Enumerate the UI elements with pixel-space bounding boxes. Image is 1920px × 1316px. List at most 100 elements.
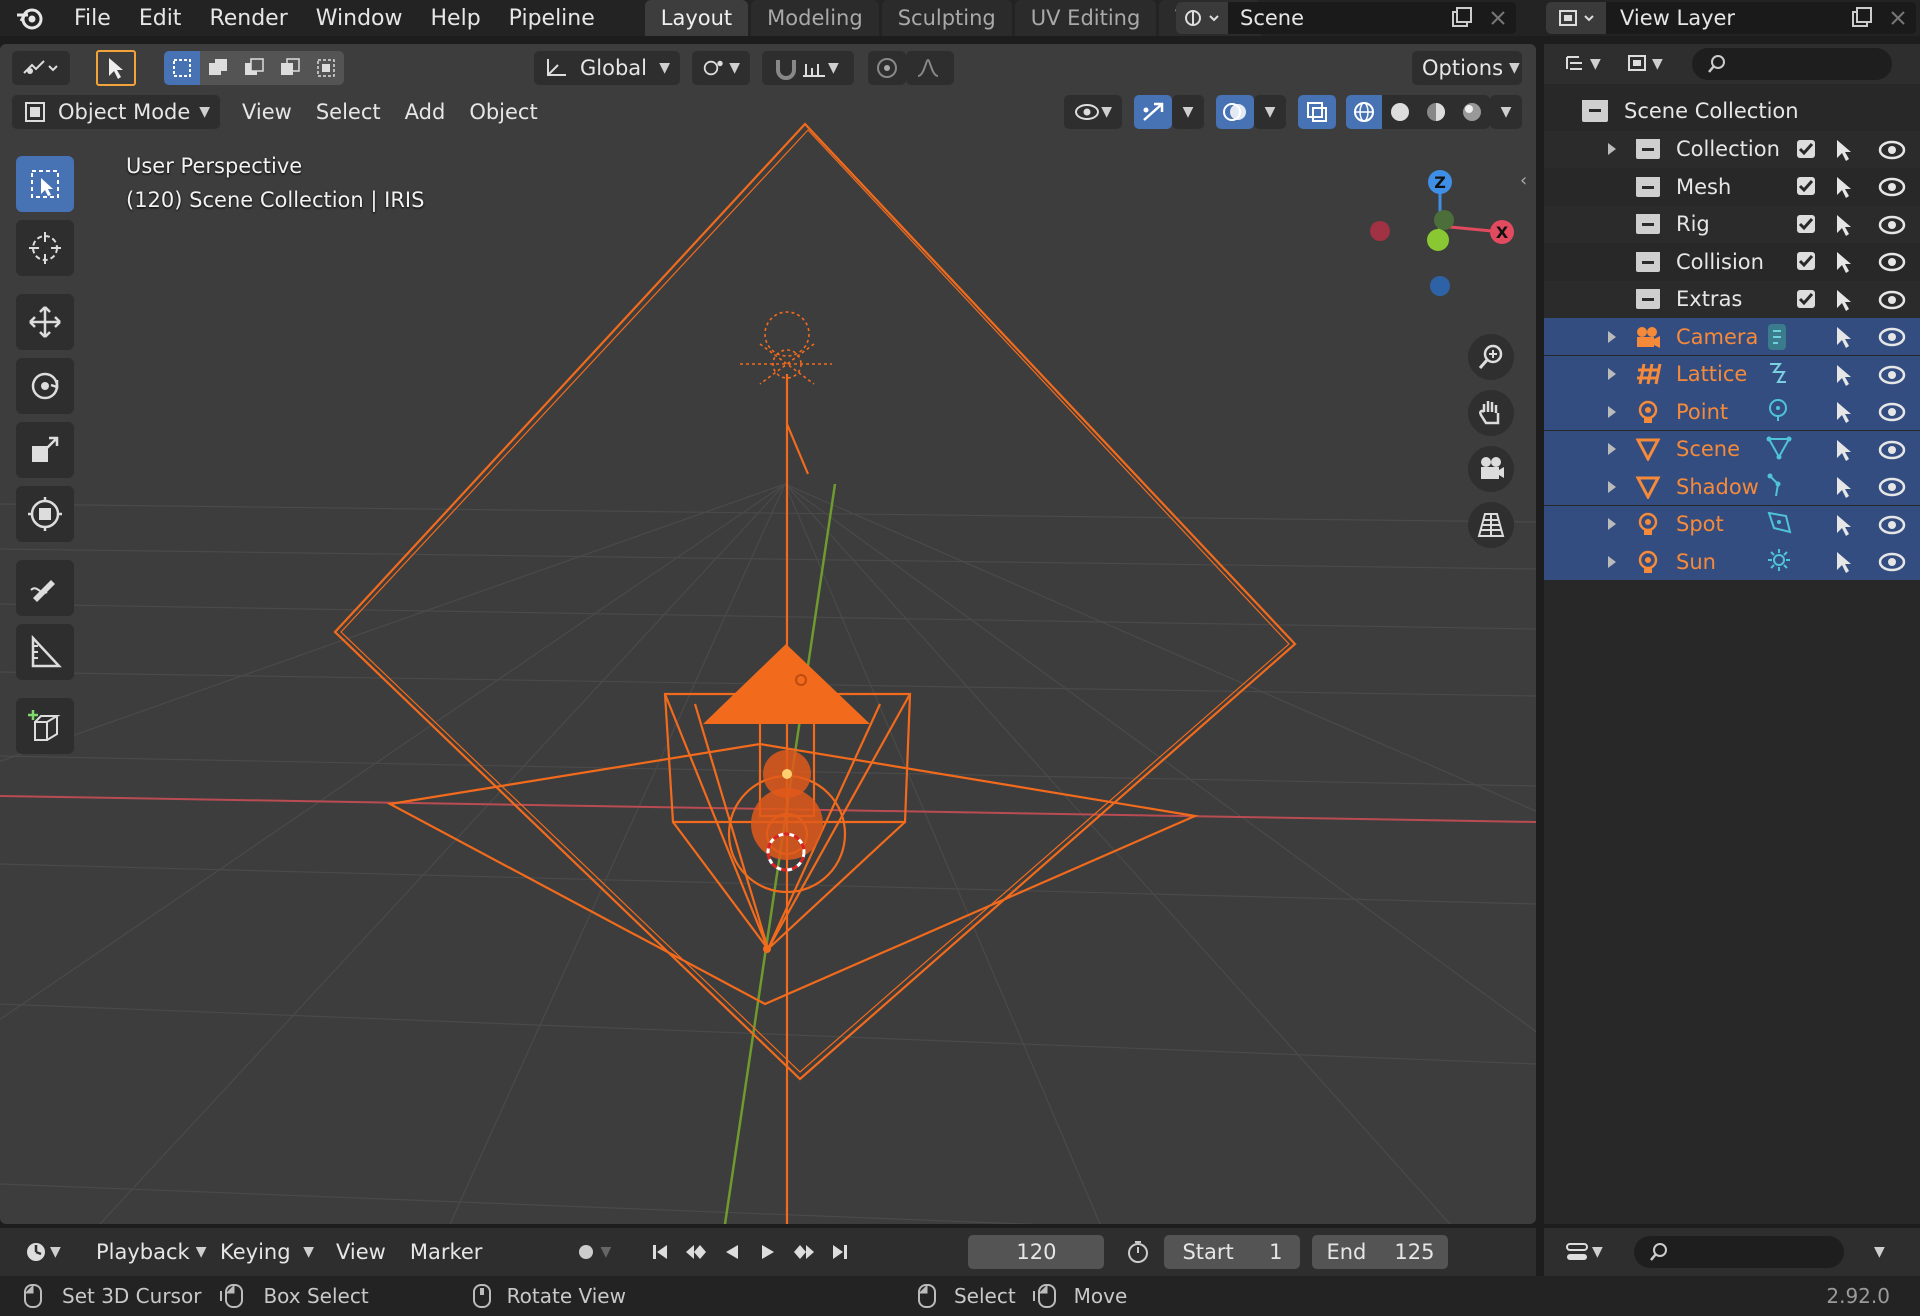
viewport-menu-add[interactable]: Add xyxy=(393,95,458,129)
selectable-toggle-icon[interactable] xyxy=(1834,138,1856,162)
object-data-icon[interactable] xyxy=(1766,547,1792,573)
delete-scene-icon[interactable] xyxy=(1480,9,1516,27)
menu-pipeline[interactable]: Pipeline xyxy=(495,0,609,36)
exclude-checkbox-icon[interactable] xyxy=(1796,251,1816,271)
timeline-editor-type-button[interactable]: ▼ xyxy=(18,1235,72,1269)
visibility-eye-icon[interactable] xyxy=(1878,364,1906,386)
selectable-toggle-icon[interactable] xyxy=(1834,250,1856,274)
play-icon[interactable] xyxy=(750,1235,787,1269)
new-view-layer-icon[interactable] xyxy=(1844,6,1880,30)
auto-keying-button[interactable]: ▼ xyxy=(568,1235,629,1269)
keying-dropdown[interactable]: Keying ▼ xyxy=(210,1235,324,1269)
current-frame-field[interactable]: 120 xyxy=(968,1235,1105,1269)
expand-arrow-icon[interactable] xyxy=(1594,330,1630,344)
editor-type-button[interactable] xyxy=(12,51,70,85)
visibility-eye-icon[interactable] xyxy=(1878,251,1906,273)
properties-options-dropdown[interactable]: ▼ xyxy=(1874,1244,1885,1260)
annotate-tool-icon[interactable] xyxy=(16,560,74,616)
menu-window[interactable]: Window xyxy=(302,0,417,36)
jump-start-icon[interactable] xyxy=(642,1235,679,1269)
selectable-toggle-icon[interactable] xyxy=(1834,288,1856,312)
outliner-search-input[interactable] xyxy=(1692,48,1892,80)
play-reverse-icon[interactable] xyxy=(714,1235,751,1269)
select-box-tool-icon[interactable] xyxy=(16,156,74,212)
expand-arrow-icon[interactable] xyxy=(1594,367,1630,381)
view-layer-browse-icon[interactable] xyxy=(1546,2,1606,34)
timeline-menu-view[interactable]: View xyxy=(324,1235,398,1269)
tab-uv-editing[interactable]: UV Editing xyxy=(1014,0,1157,36)
properties-editor-type-button[interactable]: ▼ xyxy=(1558,1235,1618,1269)
object-data-icon[interactable] xyxy=(1766,322,1788,352)
new-scene-icon[interactable] xyxy=(1444,6,1480,30)
tab-modeling[interactable]: Modeling xyxy=(751,0,879,36)
properties-search-input[interactable] xyxy=(1634,1236,1844,1268)
outliner-row-sun[interactable]: Sun xyxy=(1544,543,1920,580)
visibility-eye-icon[interactable] xyxy=(1878,551,1906,573)
transform-orientation-dropdown[interactable]: Global ▼ xyxy=(534,51,680,85)
object-data-icon[interactable] xyxy=(1766,397,1790,423)
select-extend-icon[interactable] xyxy=(200,51,236,85)
select-invert-icon[interactable] xyxy=(272,51,308,85)
perspective-toggle-icon[interactable] xyxy=(1468,502,1514,548)
view-layer-name[interactable]: View Layer xyxy=(1606,6,1844,30)
proportional-editing-icon[interactable] xyxy=(868,51,906,85)
material-shading-icon[interactable] xyxy=(1418,95,1454,129)
expand-arrow-icon[interactable] xyxy=(1594,442,1630,456)
rotate-tool-icon[interactable] xyxy=(16,358,74,414)
visibility-eye-icon[interactable] xyxy=(1878,214,1906,236)
rendered-shading-icon[interactable] xyxy=(1454,95,1490,129)
expand-arrow-icon[interactable] xyxy=(1594,555,1630,569)
expand-arrow-icon[interactable] xyxy=(1594,142,1630,156)
outliner-row-collection[interactable]: Collection xyxy=(1544,130,1920,168)
viewport-menu-select[interactable]: Select xyxy=(304,95,393,129)
pivot-point-dropdown[interactable]: ▼ xyxy=(692,51,750,85)
visibility-eye-icon[interactable] xyxy=(1878,401,1906,423)
visibility-eye-icon[interactable] xyxy=(1878,289,1906,311)
outliner-row-mesh[interactable]: Mesh xyxy=(1544,168,1920,205)
jump-prev-keyframe-icon[interactable] xyxy=(678,1235,715,1269)
camera-view-icon[interactable] xyxy=(1468,446,1514,492)
object-data-icon[interactable] xyxy=(1766,435,1792,461)
selectable-toggle-icon[interactable] xyxy=(1834,438,1856,462)
selectable-toggle-icon[interactable] xyxy=(1834,363,1856,387)
gizmo-dropdown[interactable]: ▼ xyxy=(1172,95,1204,129)
expand-arrow-icon[interactable] xyxy=(1594,517,1630,531)
xray-toggle-icon[interactable] xyxy=(1298,95,1336,129)
sidebar-toggle-icon[interactable]: ‹ xyxy=(1520,170,1527,191)
selectable-toggle-icon[interactable] xyxy=(1834,550,1856,574)
viewport-menu-view[interactable]: View xyxy=(230,95,304,129)
selectable-toggle-icon[interactable] xyxy=(1834,175,1856,199)
jump-next-keyframe-icon[interactable] xyxy=(786,1235,823,1269)
measure-tool-icon[interactable] xyxy=(16,624,74,680)
scene-browse-icon[interactable] xyxy=(1176,2,1228,34)
object-data-icon[interactable] xyxy=(1766,510,1792,536)
outliner-row-scene-collection[interactable]: Scene Collection xyxy=(1544,92,1920,129)
visibility-eye-icon[interactable] xyxy=(1878,439,1906,461)
end-frame-field[interactable]: End 125 xyxy=(1312,1235,1449,1269)
pan-hand-icon[interactable] xyxy=(1468,390,1514,436)
tab-sculpting[interactable]: Sculpting xyxy=(881,0,1012,36)
zoom-icon[interactable] xyxy=(1468,334,1514,380)
timeline-menu-marker[interactable]: Marker xyxy=(398,1235,495,1269)
overlays-toggle-icon[interactable] xyxy=(1216,95,1254,129)
viewport-scene[interactable] xyxy=(0,44,1536,1224)
expand-arrow-icon[interactable] xyxy=(1594,480,1630,494)
outliner-row-point[interactable]: Point xyxy=(1544,393,1920,430)
transform-tool-icon[interactable] xyxy=(16,486,74,542)
gizmo-toggle-icon[interactable] xyxy=(1134,95,1172,129)
menu-render[interactable]: Render xyxy=(195,0,301,36)
visibility-eye-icon[interactable] xyxy=(1878,514,1906,536)
mode-dropdown[interactable]: Object Mode ▼ xyxy=(12,95,220,129)
select-intersect-icon[interactable] xyxy=(308,51,344,85)
scene-selector[interactable]: Scene xyxy=(1176,2,1516,34)
scene-name[interactable]: Scene xyxy=(1228,6,1444,30)
outliner-row-scene[interactable]: Scene xyxy=(1544,430,1920,468)
outliner-row-lattice[interactable]: Lattice xyxy=(1544,355,1920,393)
object-data-icon[interactable] xyxy=(1766,360,1788,386)
outliner-editor-type-button[interactable]: ▼ xyxy=(1558,47,1610,81)
exclude-checkbox-icon[interactable] xyxy=(1796,139,1816,159)
visibility-dropdown[interactable]: ▼ xyxy=(1064,95,1122,129)
select-new-icon[interactable] xyxy=(164,51,200,85)
object-data-icon[interactable] xyxy=(1766,472,1788,498)
visibility-eye-icon[interactable] xyxy=(1878,176,1906,198)
